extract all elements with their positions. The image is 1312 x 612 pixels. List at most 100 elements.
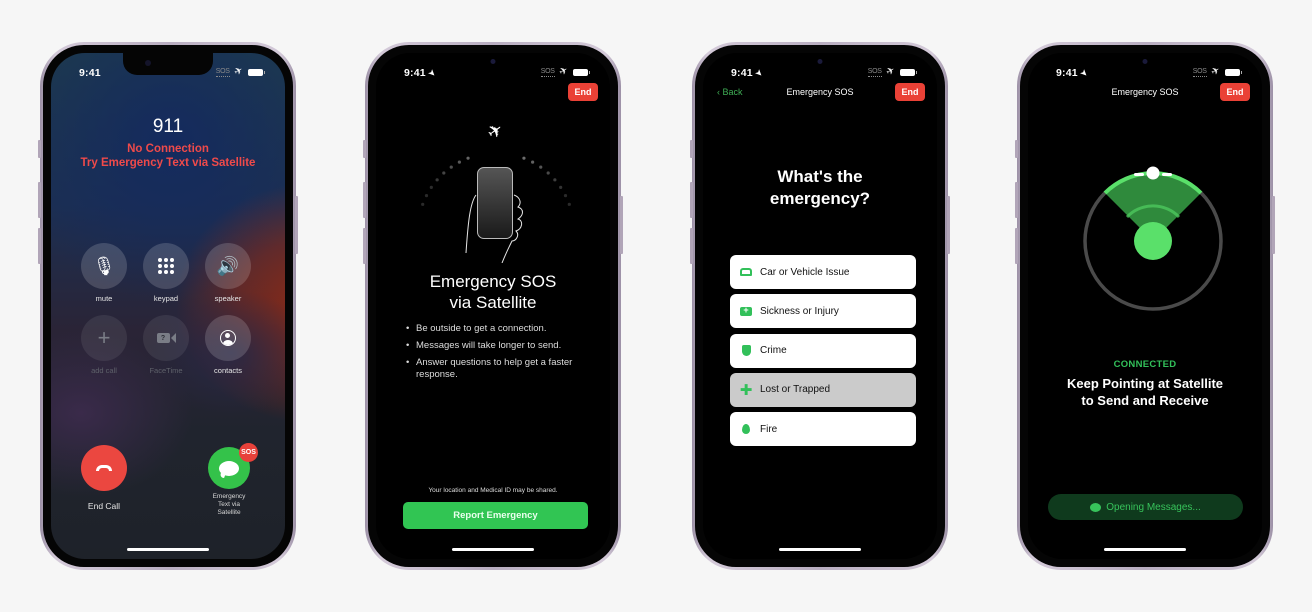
location-arrow-icon: ➤ [425, 66, 439, 80]
option-sickness-injury[interactable]: Sickness or Injury [730, 294, 916, 329]
satellite-marker-right [1162, 173, 1172, 176]
end-button[interactable]: End [1220, 83, 1250, 101]
home-indicator[interactable] [127, 548, 209, 551]
end-call-icon [96, 465, 112, 471]
opening-messages-label: Opening Messages... [1106, 501, 1201, 513]
phone-sos-intro-screen: 9:41➤ SOS ✈ End ✈ Emergency SOS via Sate… [363, 42, 623, 570]
end-button[interactable]: End [568, 83, 598, 101]
end-call-button[interactable]: End Call [81, 445, 127, 511]
facetime-icon: ? [156, 333, 176, 343]
keypad-label: keypad [153, 294, 179, 303]
contacts-label: contacts [214, 366, 242, 375]
status-bar: 9:41➤ SOS ✈ [703, 53, 937, 83]
shield-icon [741, 345, 751, 357]
call-number: 911 [152, 116, 184, 137]
plus-icon: + [97, 325, 111, 350]
try-satellite-text: Try Emergency Text via Satellite [80, 157, 256, 169]
back-button[interactable]: ‹ Back [717, 87, 743, 97]
volume-down-button [38, 228, 41, 264]
power-button [295, 196, 298, 254]
arc-dot [442, 171, 446, 175]
battery-icon [573, 68, 590, 76]
volume-up-button [38, 182, 41, 218]
arc-dot [539, 165, 543, 169]
flame-icon [742, 424, 750, 435]
home-indicator[interactable] [779, 548, 861, 551]
home-indicator[interactable] [452, 548, 534, 551]
pointing-instruction: Keep Pointing at Satellite to Send and R… [1066, 376, 1224, 408]
option-lost-trapped[interactable]: ✚ Lost or Trapped [730, 372, 916, 407]
car-icon [740, 268, 752, 276]
call-controls: 🎙 mute keypad 🔊 speaker + add call ? Fac… [81, 243, 253, 375]
message-bubble-icon [1090, 502, 1102, 512]
privacy-note: Your location and Medical ID may be shar… [428, 487, 558, 494]
arc-dot [466, 156, 470, 160]
option-label: Sickness or Injury [760, 305, 839, 317]
arc-dot [421, 202, 425, 206]
speaker-label: speaker [214, 294, 242, 303]
mute-label: mute [95, 294, 113, 303]
option-label: Fire [760, 423, 778, 435]
status-bar: 9:41➤ SOS ✈ [1028, 53, 1262, 83]
status-bar: 9:41➤ SOS ✈ [376, 53, 610, 83]
sos-indicator: SOS [540, 67, 555, 77]
info-item: Messages will take longer to send. [406, 340, 590, 352]
hand-illustration [465, 194, 523, 263]
emergency-text-satellite-button[interactable]: SOS Emergency Text via Satellite [199, 443, 259, 517]
keypad-icon [158, 258, 174, 274]
sos-title: Emergency SOS via Satellite [429, 272, 557, 312]
mute-button[interactable]: 🎙 mute [81, 243, 127, 303]
satellite-position-dot [1146, 166, 1160, 180]
contacts-button[interactable]: contacts [205, 315, 251, 375]
arc-dot [435, 178, 439, 182]
status-time: 9:41 [731, 67, 753, 79]
mic-slash-icon: 🎙 [92, 255, 116, 276]
speaker-icon: 🔊 [216, 255, 240, 276]
battery-icon [900, 68, 917, 76]
status-time: 9:41 [79, 67, 101, 79]
no-connection-text: No Connection [127, 143, 209, 155]
opening-messages-button[interactable]: Opening Messages... [1048, 494, 1243, 520]
end-button[interactable]: End [895, 83, 925, 101]
chevron-left-icon: ‹ [717, 87, 720, 97]
option-label: Lost or Trapped [760, 384, 831, 396]
status-bar: 9:41 SOS ✈ [51, 53, 285, 83]
satellite-icon: ✈ [884, 64, 897, 79]
medical-kit-icon [740, 305, 752, 316]
battery-icon [248, 68, 265, 76]
status-time: 9:41 [404, 67, 426, 79]
call-status: No Connection Try Emergency Text via Sat… [51, 142, 285, 170]
arc-dot [449, 165, 453, 169]
facetime-button[interactable]: ? FaceTime [143, 315, 189, 375]
speaker-button[interactable]: 🔊 speaker [205, 243, 251, 303]
option-label: Crime [760, 345, 787, 357]
location-arrow-icon: ➤ [1077, 66, 1091, 80]
location-arrow-icon: ➤ [752, 66, 766, 80]
arc-dot [531, 160, 535, 164]
arc-dot [563, 193, 568, 198]
emergency-question: What's the emergency? [769, 167, 871, 208]
sos-indicator: SOS [867, 67, 882, 77]
arc-dot [559, 185, 563, 189]
end-call-label: End Call [87, 501, 121, 511]
add-call-button[interactable]: + add call [81, 315, 127, 375]
sos-indicator: SOS [1192, 67, 1207, 77]
arc-dot [522, 156, 526, 160]
option-crime[interactable]: Crime [730, 333, 916, 368]
phone-connected-screen: 9:41➤ SOS ✈ Emergency SOS End CONNECTED [1015, 42, 1275, 570]
report-emergency-button[interactable]: Report Emergency [403, 502, 588, 529]
keypad-button[interactable]: keypad [143, 243, 189, 303]
satellite-radar [1083, 166, 1223, 311]
home-indicator[interactable] [1104, 548, 1186, 551]
option-fire[interactable]: Fire [730, 412, 916, 447]
satellite-icon: ✈ [232, 64, 245, 79]
add-call-label: add call [91, 366, 117, 375]
satellite-icon: ✈ [557, 64, 570, 79]
side-switch [38, 140, 41, 158]
user-position-dot [1134, 222, 1172, 260]
arc-dot [424, 193, 429, 198]
arc-dot [553, 178, 557, 182]
phone-call-screen: 9:41 SOS ✈ 911 No Connection Try Emergen… [38, 42, 298, 570]
option-car-vehicle[interactable]: Car or Vehicle Issue [730, 255, 916, 289]
battery-icon [1225, 68, 1242, 76]
